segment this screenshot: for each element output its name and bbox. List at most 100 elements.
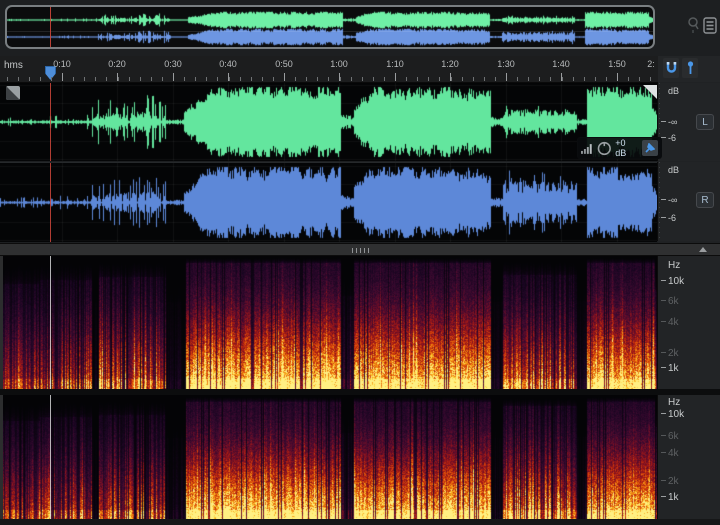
spectrogram-canvas-left[interactable] bbox=[0, 256, 657, 389]
ruler-minor-tick bbox=[484, 77, 485, 81]
ruler-major-tick bbox=[450, 73, 451, 81]
splitter-grip[interactable] bbox=[352, 248, 369, 253]
snap-magnet-icon[interactable] bbox=[663, 58, 679, 78]
ruler-minor-tick bbox=[195, 77, 196, 81]
hud-pin-icon bbox=[645, 143, 655, 153]
spectrogram-left-edge bbox=[0, 256, 3, 389]
ruler-minor-tick bbox=[151, 77, 152, 81]
spectrogram-panel-right[interactable] bbox=[0, 395, 657, 519]
time-format-label: hms bbox=[4, 60, 23, 71]
ruler-tick-label: 0:30 bbox=[164, 59, 182, 69]
ruler-major-tick bbox=[284, 73, 285, 81]
gain-value-label[interactable]: +0 dB bbox=[615, 138, 638, 158]
scale-label: 6k bbox=[668, 431, 679, 442]
zoom-navigator[interactable] bbox=[5, 5, 655, 49]
ruler-major-tick bbox=[228, 73, 229, 81]
corner-grab-left-icon[interactable] bbox=[6, 86, 20, 100]
scale-label: 6k bbox=[668, 296, 679, 307]
waveform-canvas-left[interactable] bbox=[0, 83, 657, 161]
gain-knob-icon[interactable] bbox=[597, 141, 612, 156]
waveform-panel-left[interactable] bbox=[0, 83, 657, 161]
spectrogram-canvas-right[interactable] bbox=[0, 395, 657, 519]
ruler-minor-tick bbox=[517, 77, 518, 81]
ruler-minor-tick bbox=[550, 77, 551, 81]
ruler-minor-tick bbox=[217, 77, 218, 81]
ruler-minor-tick bbox=[328, 77, 329, 81]
scale-tick bbox=[661, 452, 666, 453]
scale-tick bbox=[661, 121, 666, 122]
gain-hud[interactable]: +0 dB bbox=[577, 137, 662, 159]
ruler-minor-tick bbox=[7, 77, 8, 81]
waveform-canvas-right[interactable] bbox=[0, 163, 657, 242]
ruler-major-tick bbox=[561, 73, 562, 81]
scale-tick bbox=[661, 435, 666, 436]
scale-tick bbox=[661, 496, 666, 497]
ruler-minor-tick bbox=[606, 77, 607, 81]
ruler-minor-tick bbox=[73, 77, 74, 81]
ruler-minor-tick bbox=[262, 77, 263, 81]
db-scale-minor-ticks bbox=[659, 162, 660, 241]
scale-label: -∞ bbox=[668, 117, 677, 127]
ruler-minor-tick bbox=[595, 77, 596, 81]
ruler-minor-tick bbox=[417, 77, 418, 81]
ruler-minor-tick bbox=[428, 77, 429, 81]
ruler-minor-tick bbox=[206, 77, 207, 81]
ruler-minor-tick bbox=[18, 77, 19, 81]
ruler-minor-tick bbox=[129, 77, 130, 81]
ruler-tick-label: 0:10 bbox=[53, 59, 71, 69]
scale-label: 4k bbox=[668, 317, 679, 328]
audio-editor-window: hms 0:100:200:300:400:501:001:101:201:30… bbox=[0, 0, 720, 525]
ruler-tick-label: 1:00 bbox=[330, 59, 348, 69]
channel-badge-right[interactable]: R bbox=[696, 192, 714, 208]
ruler-major-tick bbox=[339, 73, 340, 81]
ruler-minor-tick bbox=[140, 77, 141, 81]
scale-tick bbox=[661, 352, 666, 353]
marker-pin-icon[interactable] bbox=[682, 58, 698, 78]
scale-tick bbox=[661, 321, 666, 322]
ruler-minor-tick bbox=[351, 77, 352, 81]
scale-label: dB bbox=[668, 165, 679, 175]
panel-menu-icon[interactable] bbox=[702, 15, 717, 35]
ruler-major-tick bbox=[506, 73, 507, 81]
navigator-waveform-canvas[interactable] bbox=[7, 7, 653, 47]
panel-splitter[interactable] bbox=[0, 243, 720, 256]
spectrogram-panel-left[interactable] bbox=[0, 256, 657, 389]
scale-label: Hz bbox=[668, 397, 680, 408]
ruler-major-tick bbox=[395, 73, 396, 81]
ruler-minor-tick bbox=[384, 77, 385, 81]
waveform-panel-right[interactable] bbox=[0, 162, 657, 242]
ruler-toolbar bbox=[658, 56, 720, 83]
ruler-minor-tick bbox=[495, 77, 496, 81]
navigator-channel-divider bbox=[7, 31, 653, 32]
ruler-minor-tick bbox=[29, 77, 30, 81]
ruler-minor-tick bbox=[406, 77, 407, 81]
bottom-edge bbox=[0, 519, 720, 525]
ruler-minor-tick bbox=[162, 77, 163, 81]
ruler-minor-tick bbox=[462, 77, 463, 81]
ruler-minor-tick bbox=[573, 77, 574, 81]
ruler-minor-tick bbox=[306, 77, 307, 81]
scale-label: 2k bbox=[668, 348, 679, 359]
scale-tick bbox=[661, 217, 666, 218]
ruler-tick-label: 0:50 bbox=[275, 59, 293, 69]
hud-pin-button[interactable] bbox=[642, 140, 658, 156]
ruler-minor-tick bbox=[362, 77, 363, 81]
channel-badge-left[interactable]: L bbox=[696, 114, 714, 130]
scale-label: dB bbox=[668, 86, 679, 96]
scale-tick bbox=[661, 367, 666, 368]
ruler-minor-tick bbox=[106, 77, 107, 81]
volume-bars-icon bbox=[581, 143, 593, 154]
ruler-minor-tick bbox=[639, 77, 640, 81]
timeline-ruler[interactable]: hms 0:100:200:300:400:501:001:101:201:30… bbox=[0, 56, 658, 83]
splitter-collapse-icon[interactable] bbox=[699, 247, 707, 252]
navigator-playhead-line[interactable] bbox=[50, 7, 51, 47]
ruler-major-tick bbox=[62, 73, 63, 81]
scale-tick bbox=[661, 300, 666, 301]
scale-label: 2k bbox=[668, 476, 679, 487]
ruler-tick-label: 1:40 bbox=[552, 59, 570, 69]
navigator-zoom-icon[interactable] bbox=[686, 14, 700, 36]
ruler-minor-tick bbox=[273, 77, 274, 81]
ruler-tick-label: 0:40 bbox=[219, 59, 237, 69]
ruler-minor-tick bbox=[295, 77, 296, 81]
scale-label: 4k bbox=[668, 448, 679, 459]
